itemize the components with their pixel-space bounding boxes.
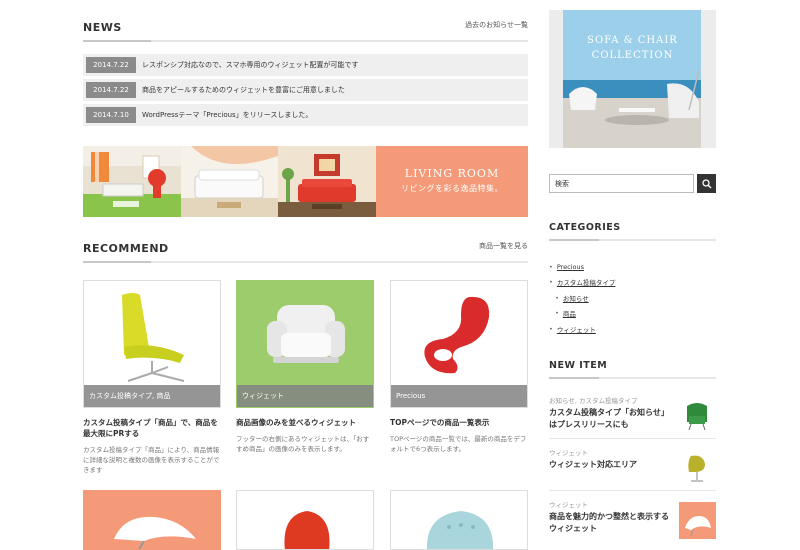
- new-item-thumbnail[interactable]: [679, 448, 716, 485]
- search-button[interactable]: [697, 174, 716, 193]
- banner-room-photo-1: [83, 146, 181, 217]
- search-icon: [701, 178, 711, 188]
- bullet-icon: •: [555, 293, 559, 302]
- new-item[interactable]: お知らせ, カスタム投稿タイプ カスタム投稿タイプ「お知らせ」はプレスリリースに…: [549, 391, 716, 439]
- news-title: NEWS: [83, 21, 122, 34]
- product-image[interactable]: Precious: [390, 280, 528, 408]
- recommend-title: RECOMMEND: [83, 242, 169, 255]
- news-date: 2014.7.10: [86, 107, 136, 123]
- news-archive-link[interactable]: 過去のお知らせ一覧: [465, 20, 528, 30]
- product-category-tag: ウィジェット: [237, 385, 373, 407]
- category-item[interactable]: • ウィジェット: [549, 321, 615, 337]
- product-card-image[interactable]: [83, 490, 221, 550]
- banner-room-photo-2: [181, 146, 278, 217]
- bullet-icon: •: [555, 309, 559, 318]
- category-link[interactable]: お知らせ: [563, 293, 589, 303]
- promo-caption: SOFA & CHAIR COLLECTION: [549, 33, 716, 63]
- banner-room-photo-3: [278, 146, 376, 217]
- newitem-title: NEW ITEM: [549, 360, 608, 371]
- promo-line-2: COLLECTION: [591, 50, 674, 61]
- news-date: 2014.7.22: [86, 82, 136, 98]
- categories-title: CATEGORIES: [549, 222, 621, 233]
- news-list: 2014.7.22 レスポンシブ対応なので、スマホ専用のウィジェット配置が可能で…: [83, 54, 528, 126]
- news-date: 2014.7.22: [86, 57, 136, 73]
- banner-caption: LIVING ROOM リビングを彩る逸品特集。: [376, 146, 528, 217]
- category-list: • Precious • カスタム投稿タイプ • お知らせ • 商品 • ウィジェット: [549, 259, 615, 337]
- news-text[interactable]: レスポンシブ対応なので、スマホ専用のウィジェット配置が可能です: [142, 60, 359, 70]
- category-subitem[interactable]: • お知らせ: [549, 290, 615, 306]
- newitem-header: NEW ITEM: [549, 360, 716, 379]
- news-item[interactable]: 2014.7.22 商品をアピールするためのウィジェットを豊富にご用意しました: [83, 79, 528, 101]
- new-item-title[interactable]: カスタム投稿タイプ「お知らせ」はプレスリリースにも: [549, 407, 674, 431]
- banner-title: LIVING ROOM: [404, 167, 500, 180]
- product-card[interactable]: ウィジェット 商品画像のみを並べるウィジェット フッターの右側にあるウィジェット…: [236, 280, 374, 454]
- product-image[interactable]: ウィジェット: [236, 280, 374, 408]
- product-title[interactable]: 商品画像のみを並べるウィジェット: [236, 417, 374, 428]
- new-item-title[interactable]: 商品を魅力的かつ整然と表示するウィジェット: [549, 511, 674, 535]
- bullet-icon: •: [549, 262, 553, 271]
- categories-divider: [549, 239, 716, 241]
- search-input[interactable]: [549, 174, 694, 193]
- product-image[interactable]: カスタム投稿タイプ, 商品: [83, 280, 221, 408]
- product-list-link[interactable]: 商品一覧を見る: [479, 241, 528, 251]
- category-link[interactable]: 商品: [563, 308, 576, 318]
- sofa-chair-promo-banner[interactable]: SOFA & CHAIR COLLECTION: [549, 10, 716, 148]
- new-item-title[interactable]: ウィジェット対応エリア: [549, 459, 674, 471]
- product-card[interactable]: Precious TOPページでの商品一覧表示 TOPページの商品一覧では、最新…: [390, 280, 528, 454]
- new-item[interactable]: ウィジェット ウィジェット対応エリア: [549, 443, 716, 491]
- product-card-image[interactable]: [390, 490, 528, 550]
- news-item[interactable]: 2014.7.22 レスポンシブ対応なので、スマホ専用のウィジェット配置が可能で…: [83, 54, 528, 76]
- category-subitem[interactable]: • 商品: [549, 306, 615, 322]
- product-description: フッターの右側にあるウィジェットは、「おすすめ商品」の画像のみを表示します。: [236, 435, 370, 453]
- product-category-tag: カスタム投稿タイプ, 商品: [84, 385, 220, 407]
- living-room-banner[interactable]: LIVING ROOM リビングを彩る逸品特集。: [83, 146, 528, 217]
- newitem-divider: [549, 377, 716, 379]
- news-text[interactable]: WordPressテーマ「Precious」をリリースしました。: [142, 110, 312, 120]
- new-item[interactable]: ウィジェット 商品を魅力的かつ整然と表示するウィジェット: [549, 495, 716, 550]
- product-title[interactable]: TOPページでの商品一覧表示: [390, 417, 528, 428]
- recommend-section-header: RECOMMEND 商品一覧を見る: [83, 231, 528, 263]
- main-column: NEWS 過去のお知らせ一覧 2014.7.22 レスポンシブ対応なので、スマホ…: [83, 0, 528, 550]
- categories-header: CATEGORIES: [549, 222, 716, 241]
- banner-subtitle: リビングを彩る逸品特集。: [401, 184, 503, 193]
- news-text[interactable]: 商品をアピールするためのウィジェットを豊富にご用意しました: [142, 85, 345, 95]
- news-header: NEWS 過去のお知らせ一覧: [83, 10, 528, 34]
- category-link[interactable]: Precious: [557, 263, 584, 271]
- category-link[interactable]: カスタム投稿タイプ: [557, 277, 616, 287]
- product-category-tag: Precious: [391, 385, 527, 407]
- news-divider: [83, 40, 528, 42]
- recommend-divider: [83, 261, 528, 263]
- category-item[interactable]: • Precious: [549, 259, 615, 275]
- news-item[interactable]: 2014.7.10 WordPressテーマ「Precious」をリリースしまし…: [83, 104, 528, 126]
- bullet-icon: •: [549, 278, 553, 287]
- promo-line-1: SOFA & CHAIR: [587, 35, 678, 46]
- product-title[interactable]: カスタム投稿タイプ「商品」で、商品を最大限にPRする: [83, 417, 221, 439]
- new-item-thumbnail[interactable]: [679, 502, 716, 539]
- category-link[interactable]: ウィジェット: [557, 324, 596, 334]
- new-item-thumbnail[interactable]: [679, 396, 716, 433]
- category-item[interactable]: • カスタム投稿タイプ: [549, 275, 615, 291]
- search-form: [549, 174, 716, 193]
- recommend-header: RECOMMEND 商品一覧を見る: [83, 231, 528, 255]
- bullet-icon: •: [549, 324, 553, 333]
- product-description: カスタム投稿タイプ「商品」により、商品情報に詳細な説明と複数の画像を表示すること…: [83, 446, 220, 474]
- product-description: TOPページの商品一覧では、最新の商品をデフォルトで6つ表示します。: [390, 435, 527, 453]
- product-card[interactable]: カスタム投稿タイプ, 商品 カスタム投稿タイプ「商品」で、商品を最大限にPRする…: [83, 280, 221, 475]
- product-card-image[interactable]: [236, 490, 374, 550]
